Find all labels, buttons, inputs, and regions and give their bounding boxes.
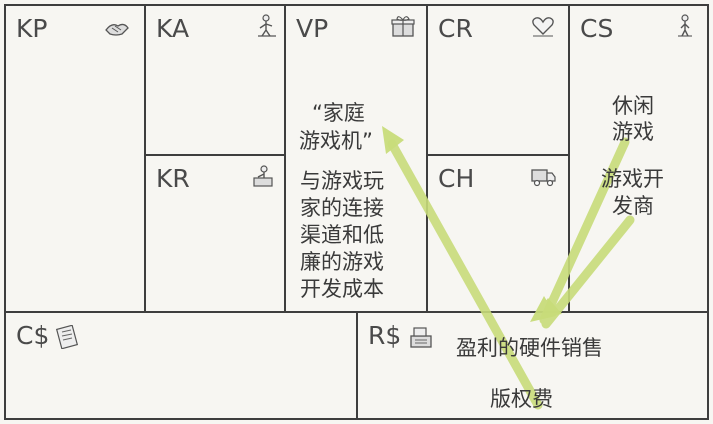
vp-title-line2: 游戏机” — [299, 129, 373, 153]
worker-icon — [254, 14, 280, 38]
cs-segment-developers-line1: 游戏开 — [601, 167, 664, 191]
block-key-resources: KR — [144, 154, 286, 313]
block-key-partners: KP — [4, 4, 146, 313]
block-code: KP — [16, 14, 48, 43]
cs-segment-casual-line2: 游戏 — [612, 120, 654, 144]
block-code: VP — [296, 14, 329, 43]
vp-desc-line: 渠道和低 — [300, 223, 384, 247]
block-code: CH — [438, 164, 475, 193]
receipt-icon — [54, 324, 80, 350]
revenue-item-royalties: 版权费 — [490, 387, 553, 411]
block-key-activities: KA — [144, 4, 286, 156]
vp-title-line1: “家庭 — [312, 101, 365, 125]
block-customer-segments: CS — [568, 4, 709, 313]
vp-desc-line: 开发成本 — [300, 277, 384, 301]
resource-icon — [250, 164, 276, 188]
block-code: KA — [156, 14, 190, 43]
cs-segment-developers-line2: 发商 — [612, 194, 654, 218]
gift-icon — [390, 14, 416, 38]
revenue-item-hardware: 盈利的硬件销售 — [456, 336, 603, 360]
person-icon — [672, 14, 698, 38]
heart-icon — [530, 14, 556, 38]
vp-desc-line: 家的连接 — [300, 196, 384, 220]
vp-desc-line: 廉的游戏 — [300, 250, 384, 274]
truck-icon — [530, 164, 556, 188]
cash-register-icon — [408, 325, 434, 349]
business-model-canvas: KP KA KR VP CR CH CS C$ R$ “家庭 游戏机” 与游戏玩… — [0, 0, 713, 424]
vp-desc-line: 与游戏玩 — [300, 169, 384, 193]
block-customer-relationships: CR — [426, 4, 570, 156]
block-cost-structure: C$ — [4, 311, 358, 420]
block-code: CR — [438, 14, 473, 43]
block-code: R$ — [368, 321, 402, 350]
handshake-icon — [104, 14, 130, 38]
block-code: C$ — [16, 321, 50, 350]
block-code: KR — [156, 164, 190, 193]
cs-segment-casual-line1: 休闲 — [612, 94, 654, 118]
block-code: CS — [580, 14, 614, 43]
block-channels: CH — [426, 154, 570, 313]
